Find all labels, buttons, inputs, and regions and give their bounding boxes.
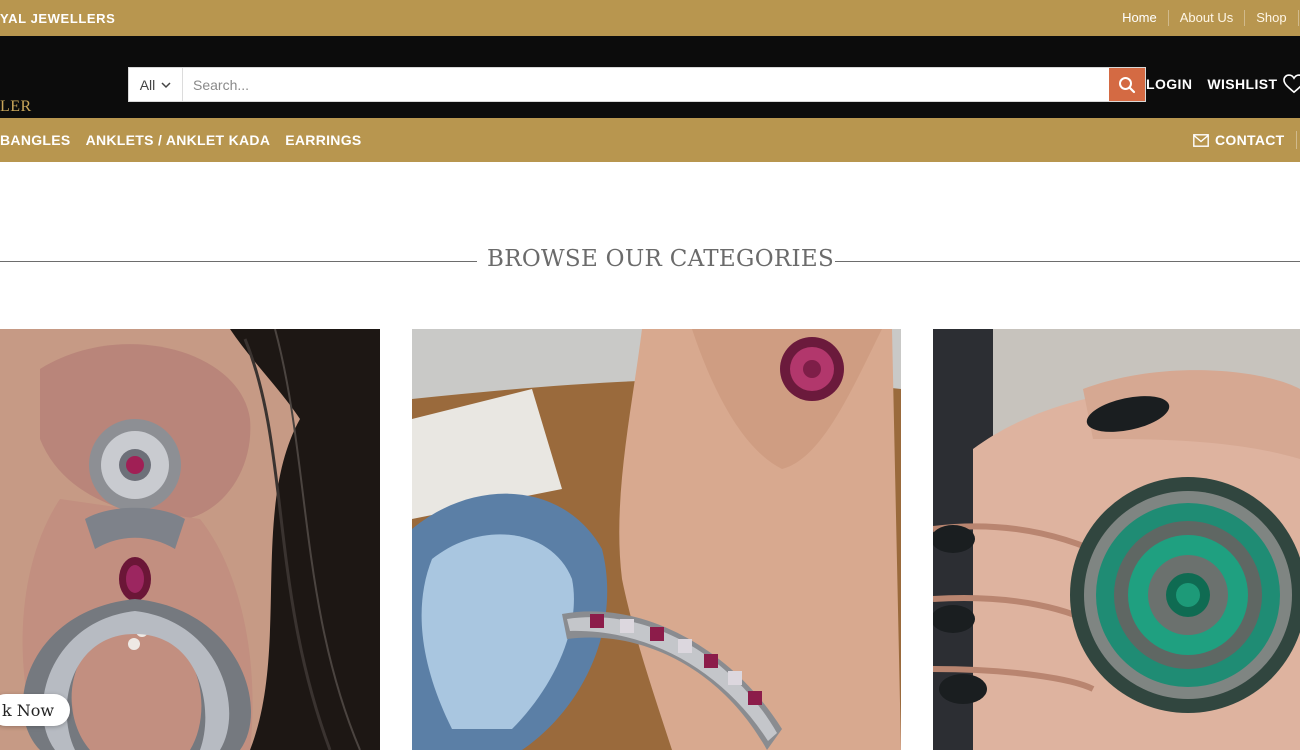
top-links: Home About Us Shop C — [1111, 10, 1300, 26]
heading-divider-right — [835, 261, 1300, 262]
brand-name[interactable]: YAL JEWELLERS — [0, 11, 115, 26]
search-bar: All — [128, 67, 1146, 102]
search-category-select[interactable]: All — [129, 68, 183, 101]
earring-photo — [0, 329, 380, 750]
contact-link[interactable]: CONTACT — [1193, 132, 1285, 148]
top-link-home[interactable]: Home — [1111, 10, 1168, 26]
category-card-rings[interactable] — [933, 329, 1300, 750]
wishlist-link[interactable]: WISHLIST — [1207, 76, 1277, 92]
heading-divider-left — [0, 261, 477, 262]
header-actions: LOGIN WISHLIST — [1146, 72, 1300, 96]
header: LER All LOGIN WISHLIST — [0, 36, 1300, 118]
nav-divider — [1296, 131, 1297, 149]
category-card-bangles[interactable] — [412, 329, 901, 750]
top-link-shop[interactable]: Shop — [1244, 10, 1297, 26]
category-card-earrings[interactable] — [0, 329, 380, 750]
main-nav: BANGLES ANKLETS / ANKLET KADA EARRINGS C… — [0, 118, 1300, 162]
chevron-down-icon — [161, 81, 171, 88]
login-link[interactable]: LOGIN — [1146, 76, 1192, 92]
top-link-about[interactable]: About Us — [1167, 10, 1244, 26]
search-button[interactable] — [1109, 68, 1145, 101]
section-title: BROWSE OUR CATEGORIES — [487, 246, 834, 272]
search-icon — [1119, 76, 1136, 93]
top-bar: YAL JEWELLERS Home About Us Shop C — [0, 0, 1300, 36]
envelope-icon — [1193, 133, 1209, 147]
search-input[interactable] — [183, 68, 1109, 101]
shop-now-button[interactable]: k Now — [0, 694, 71, 726]
nav-item-bangles[interactable]: BANGLES — [0, 132, 71, 148]
logo[interactable]: LER — [0, 98, 32, 116]
nav-item-earrings[interactable]: EARRINGS — [285, 132, 361, 148]
ring-photo — [933, 329, 1300, 750]
contact-label: CONTACT — [1215, 132, 1285, 148]
bangle-photo — [412, 329, 901, 750]
nav-item-anklets[interactable]: ANKLETS / ANKLET KADA — [86, 132, 271, 148]
heart-icon[interactable] — [1283, 74, 1300, 94]
search-category-label: All — [139, 76, 156, 93]
nav-items: BANGLES ANKLETS / ANKLET KADA EARRINGS — [0, 132, 362, 148]
